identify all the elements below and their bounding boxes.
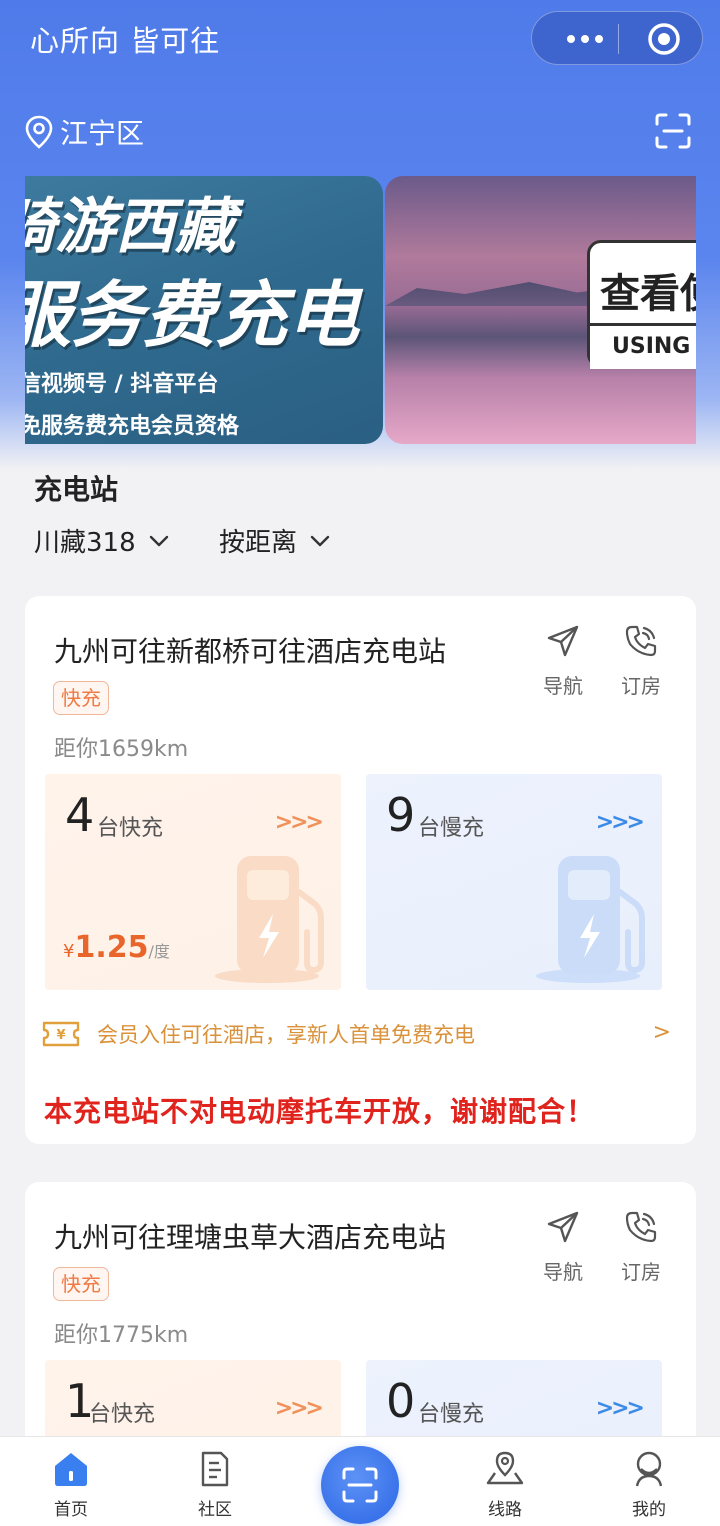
slow-charger-count: 0 bbox=[386, 1374, 416, 1428]
navigate-label: 导航 bbox=[543, 674, 583, 698]
chevron-right-icon: > bbox=[652, 1020, 671, 1045]
location-pin-icon bbox=[25, 115, 53, 149]
fast-charger-panel[interactable]: 4 台快充 >>> ¥1.25/度 bbox=[45, 774, 341, 990]
home-icon bbox=[55, 1453, 87, 1486]
slow-charger-unit: 台慢充 bbox=[418, 816, 485, 841]
slow-charger-panel[interactable]: 9 台慢充 >>> bbox=[366, 774, 662, 990]
chevron-right-icon: >>> bbox=[595, 1396, 645, 1421]
banner-headline-2: 服务费充电 bbox=[25, 272, 360, 357]
station-distance: 距你1659km bbox=[54, 737, 189, 762]
banner-subtext-2: 免服务费充电会员资格 bbox=[25, 414, 240, 439]
more-dots-icon[interactable] bbox=[554, 12, 616, 66]
tab-community[interactable]: 社区 bbox=[160, 1437, 270, 1526]
navigate-button[interactable]: 导航 bbox=[538, 624, 588, 699]
chevron-down-icon bbox=[310, 535, 330, 546]
station-notice: 本充电站不对电动摩托车开放，谢谢配合！ bbox=[44, 1095, 596, 1128]
tab-route-label: 线路 bbox=[488, 1500, 522, 1520]
fast-charger-unit: 台快充 bbox=[97, 816, 164, 841]
capsule-divider bbox=[618, 24, 619, 54]
phone-icon bbox=[625, 625, 657, 657]
fast-charge-tag: 快充 bbox=[53, 1267, 109, 1301]
tab-mine[interactable]: 我的 bbox=[594, 1437, 704, 1526]
svg-text:¥: ¥ bbox=[56, 1028, 65, 1043]
location-selector[interactable]: 江宁区 bbox=[24, 112, 144, 152]
banner-subtext: 信视频号 / 抖音平台 bbox=[25, 372, 219, 397]
charging-pump-icon bbox=[536, 856, 645, 983]
banner-slide-tibet[interactable]: 骑游西藏 服务费充电 信视频号 / 抖音平台 免服务费充电会员资格 bbox=[25, 176, 383, 444]
profile-icon bbox=[635, 1451, 663, 1487]
banner-guide-card: 查看使 USING T bbox=[587, 240, 696, 369]
book-room-button[interactable]: 订房 bbox=[616, 624, 666, 699]
chevron-right-icon: >>> bbox=[595, 810, 645, 835]
scan-charge-button[interactable] bbox=[321, 1446, 399, 1524]
station-card[interactable]: 九州可往新都桥可往酒店充电站 快充 距你1659km 导航 订房 4 台快充 >… bbox=[25, 596, 696, 1144]
sort-filter-label: 按距离 bbox=[219, 528, 298, 558]
mini-program-capsule bbox=[531, 11, 703, 65]
slow-charger-unit: 台慢充 bbox=[418, 1402, 485, 1427]
fast-charger-unit: 台快充 bbox=[89, 1402, 156, 1427]
fast-charge-tag: 快充 bbox=[53, 681, 109, 715]
tab-mine-label: 我的 bbox=[632, 1500, 666, 1520]
banner-slide-guide[interactable]: 查看使 USING T bbox=[385, 176, 696, 444]
promo-text: 会员入住可往酒店，享新人首单免费充电 bbox=[97, 1023, 475, 1047]
navigate-icon bbox=[547, 625, 579, 657]
phone-icon bbox=[625, 1211, 657, 1243]
banner-headline: 骑游西藏 bbox=[25, 192, 235, 262]
banner-guide-sub: USING T bbox=[590, 323, 696, 369]
station-name: 九州可往理塘虫草大酒店充电站 bbox=[54, 1221, 447, 1254]
tab-home[interactable]: 首页 bbox=[16, 1437, 126, 1526]
station-name: 九州可往新都桥可往酒店充电站 bbox=[54, 635, 447, 668]
book-room-label: 订房 bbox=[621, 1260, 661, 1284]
scan-icon bbox=[342, 1467, 378, 1503]
navigate-button[interactable]: 导航 bbox=[538, 1210, 588, 1285]
banner-guide-title: 查看使 bbox=[600, 270, 696, 317]
route-filter[interactable]: 川藏318 bbox=[34, 522, 170, 559]
station-distance: 距你1775km bbox=[54, 1323, 189, 1348]
target-icon[interactable] bbox=[646, 21, 682, 57]
sort-filter[interactable]: 按距离 bbox=[219, 522, 331, 559]
navigate-icon bbox=[547, 1211, 579, 1243]
member-promo[interactable]: ¥ 会员入住可往酒店，享新人首单免费充电 > bbox=[41, 1016, 671, 1052]
scan-icon[interactable] bbox=[654, 112, 692, 150]
tab-home-label: 首页 bbox=[54, 1500, 88, 1520]
tab-community-label: 社区 bbox=[198, 1500, 232, 1520]
chevron-right-icon: >>> bbox=[274, 1396, 324, 1421]
fast-charger-count: 4 bbox=[65, 788, 95, 842]
chevron-down-icon bbox=[149, 535, 168, 546]
section-title: 充电站 bbox=[34, 473, 119, 506]
fast-charge-price: ¥1.25/度 bbox=[63, 930, 170, 965]
app-title: 心所向 皆可往 bbox=[30, 24, 221, 58]
book-room-button[interactable]: 订房 bbox=[616, 1210, 666, 1285]
slow-charger-count: 9 bbox=[386, 788, 416, 842]
location-label: 江宁区 bbox=[60, 117, 145, 150]
banner-carousel[interactable]: 骑游西藏 服务费充电 信视频号 / 抖音平台 免服务费充电会员资格 查看使 US… bbox=[25, 176, 696, 444]
route-icon bbox=[486, 1451, 524, 1485]
community-icon bbox=[201, 1451, 229, 1487]
tab-route[interactable]: 线路 bbox=[450, 1437, 560, 1526]
chevron-right-icon: >>> bbox=[274, 810, 324, 835]
route-filter-label: 川藏318 bbox=[34, 528, 136, 558]
charging-pump-icon bbox=[215, 856, 324, 983]
coupon-icon: ¥ bbox=[42, 1021, 80, 1047]
book-room-label: 订房 bbox=[621, 674, 661, 698]
navigate-label: 导航 bbox=[543, 1260, 583, 1284]
